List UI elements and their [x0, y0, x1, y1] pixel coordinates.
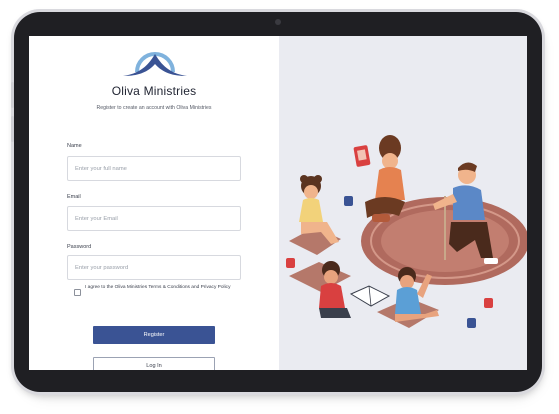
brand-name: Oliva Ministries: [111, 84, 197, 98]
registration-panel: Oliva Ministries Register to create an a…: [29, 36, 279, 370]
password-input[interactable]: [67, 255, 241, 280]
terms-checkbox[interactable]: [74, 289, 81, 296]
illustration-panel: [279, 36, 527, 370]
email-label: Email: [67, 194, 81, 200]
volume-button: [11, 116, 14, 142]
name-input[interactable]: [67, 156, 241, 181]
tablet-frame: Oliva Ministries Register to create an a…: [11, 12, 542, 392]
family-storytime-illustration-icon: [286, 135, 527, 328]
terms-text: I agree to the Oliva Ministries Terms & …: [85, 285, 231, 290]
camera-icon: [275, 19, 281, 25]
email-input[interactable]: [67, 206, 241, 231]
screen: Oliva Ministries Register to create an a…: [29, 36, 527, 370]
login-button[interactable]: Log In: [93, 357, 215, 370]
password-label: Password: [67, 244, 92, 250]
name-label: Name: [67, 143, 82, 149]
oliva-logo-icon: [123, 52, 187, 76]
volume-button: [11, 82, 14, 108]
page-subtitle: Register to create an account with Oliva…: [96, 105, 212, 111]
register-button[interactable]: Register: [93, 326, 215, 344]
